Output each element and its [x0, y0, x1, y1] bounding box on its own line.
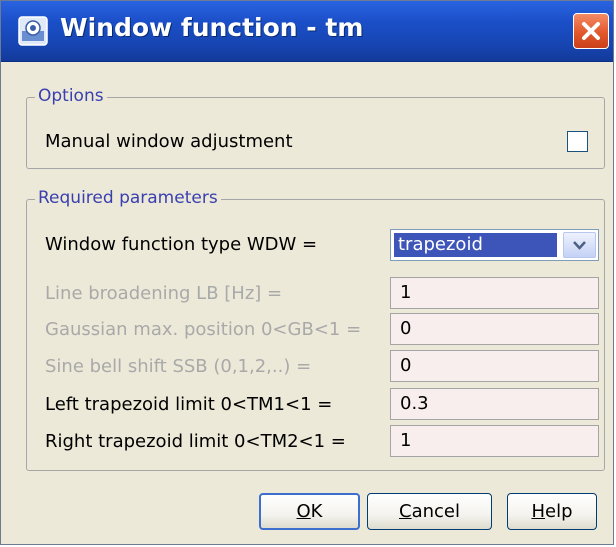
app-icon — [18, 16, 48, 46]
cancel-mnemonic: C — [399, 501, 412, 522]
dropdown-button[interactable] — [563, 232, 596, 258]
chevron-down-icon — [573, 241, 586, 250]
gaussian-max-position-label: Gaussian max. position 0<GB<1 = — [45, 319, 362, 340]
cancel-button[interactable]: Cancel — [367, 493, 492, 530]
options-legend: Options — [35, 86, 107, 106]
manual-window-adjustment-checkbox[interactable] — [567, 131, 588, 152]
title-bar[interactable]: Window function - tm — [1, 1, 613, 62]
close-button[interactable] — [573, 13, 609, 49]
help-button[interactable]: Help — [507, 493, 597, 530]
window-function-type-select[interactable]: trapezoid — [390, 229, 599, 261]
line-broadening-label: Line broadening LB [Hz] = — [45, 283, 283, 304]
close-icon — [582, 22, 600, 40]
help-label: elp — [545, 501, 573, 522]
manual-window-adjustment-label: Manual window adjustment — [45, 131, 293, 152]
help-mnemonic: H — [531, 501, 546, 522]
line-broadening-field[interactable]: 1 — [390, 277, 599, 309]
right-trapezoid-limit-field[interactable]: 1 — [390, 425, 599, 457]
left-trapezoid-limit-field[interactable]: 0.3 — [390, 388, 599, 420]
window-function-type-value: trapezoid — [394, 233, 557, 257]
window-function-type-label: Window function type WDW = — [45, 234, 318, 255]
right-trapezoid-limit-label: Right trapezoid limit 0<TM2<1 = — [45, 431, 346, 452]
window-function-dialog: Window function - tm Options Manual wind… — [0, 0, 614, 545]
ok-label: K — [310, 501, 323, 522]
cancel-label: ancel — [411, 501, 460, 522]
sine-bell-shift-field[interactable]: 0 — [390, 350, 599, 382]
sine-bell-shift-label: Sine bell shift SSB (0,1,2,..) = — [45, 356, 312, 377]
left-trapezoid-limit-label: Left trapezoid limit 0<TM1<1 = — [45, 394, 333, 415]
ok-mnemonic: O — [296, 501, 311, 522]
gaussian-max-position-field[interactable]: 0 — [390, 313, 599, 345]
window-title: Window function - tm — [60, 13, 364, 42]
ok-button[interactable]: OK — [259, 493, 360, 530]
required-parameters-legend: Required parameters — [35, 188, 221, 208]
